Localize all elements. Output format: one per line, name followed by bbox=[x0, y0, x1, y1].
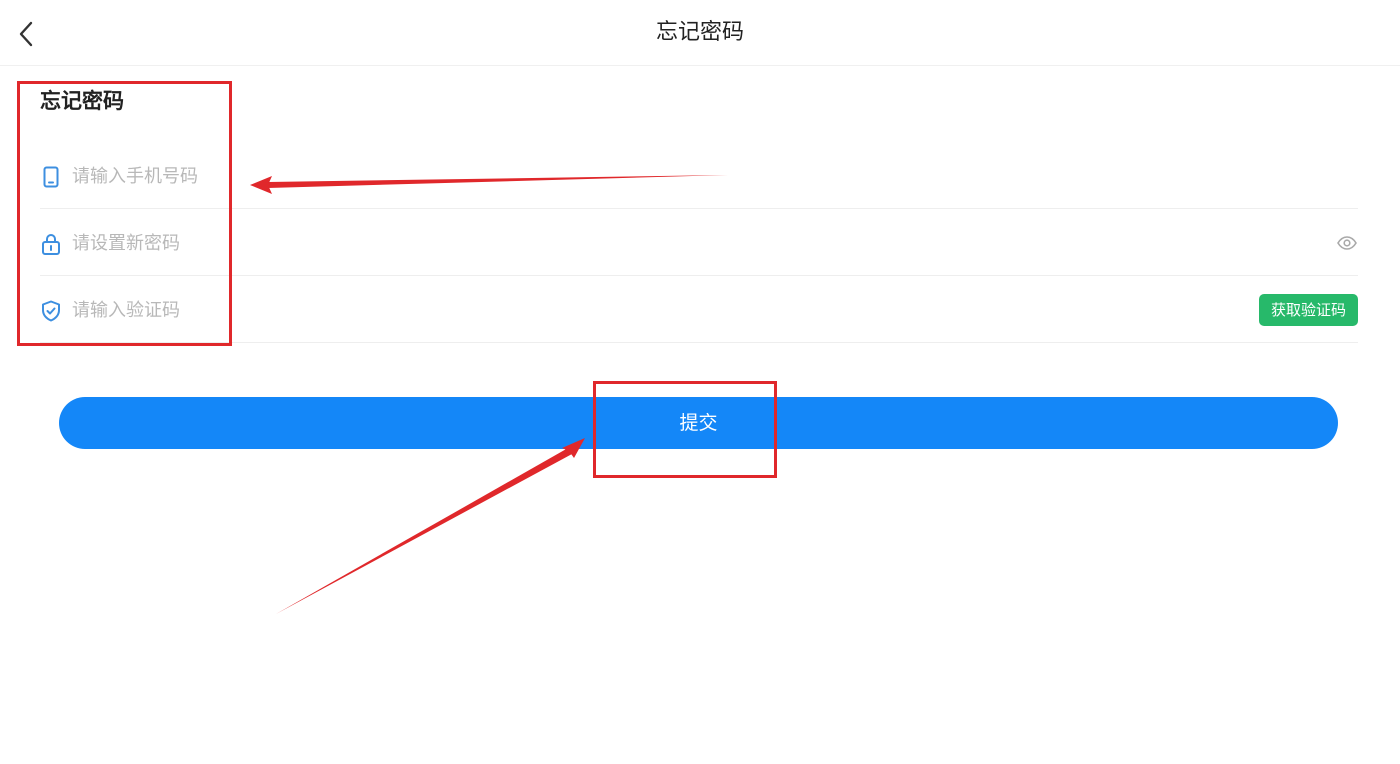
shield-check-icon bbox=[40, 299, 62, 323]
forgot-password-page: 忘记密码 忘记密码 请输入手机号码 请输入验证码 获取验证码 提交 bbox=[0, 0, 1400, 764]
phone-input[interactable] bbox=[72, 156, 1222, 196]
form-heading: 忘记密码 bbox=[40, 89, 124, 113]
phone-icon bbox=[40, 165, 62, 189]
annotation-arrow-to-submit bbox=[276, 438, 585, 614]
phone-field-row bbox=[40, 143, 1358, 209]
page-title: 忘记密码 bbox=[655, 20, 744, 45]
verification-code-input[interactable] bbox=[72, 290, 1222, 330]
code-field-row: 获取验证码 bbox=[40, 277, 1358, 343]
back-button[interactable] bbox=[6, 14, 46, 54]
toggle-password-visibility[interactable] bbox=[1336, 232, 1358, 254]
password-field-row bbox=[40, 210, 1358, 276]
lock-icon bbox=[40, 232, 62, 256]
annotation-arrows bbox=[250, 175, 728, 614]
submit-button[interactable]: 提交 bbox=[59, 397, 1338, 449]
chevron-left-icon bbox=[19, 21, 33, 47]
navbar: 忘记密码 bbox=[0, 0, 1400, 66]
new-password-input[interactable] bbox=[72, 223, 1222, 263]
get-code-button[interactable]: 获取验证码 bbox=[1259, 294, 1358, 326]
eye-icon bbox=[1337, 236, 1357, 250]
